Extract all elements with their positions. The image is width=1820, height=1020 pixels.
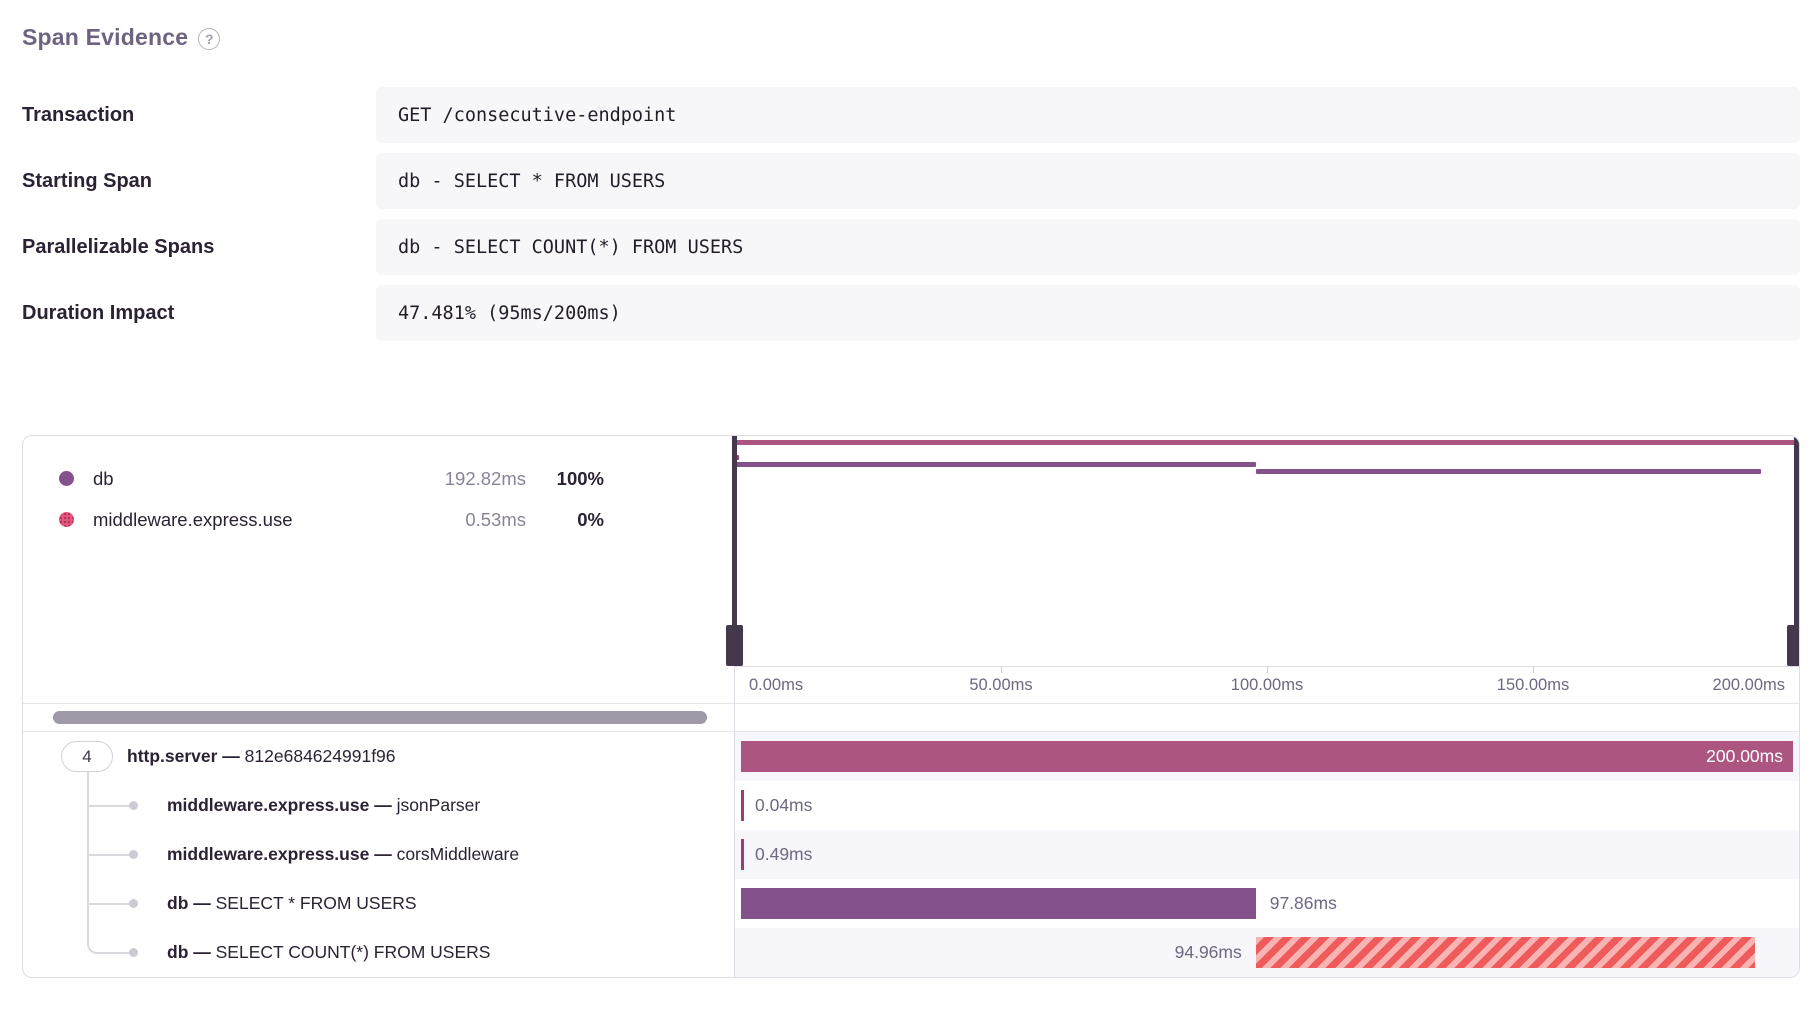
span-children-count-badge[interactable]: 4 [61, 741, 113, 772]
minimap-span-line [735, 440, 1799, 445]
span-duration-label: 94.96ms [1175, 928, 1242, 977]
evidence-row: Starting Spandb - SELECT * FROM USERS [22, 153, 1800, 209]
evidence-row: Parallelizable Spansdb - SELECT COUNT(*)… [22, 219, 1800, 275]
axis-tick-label: 0.00ms [749, 676, 803, 695]
trace-minimap[interactable] [735, 436, 1799, 666]
span-tree-row[interactable]: middleware.express.use — corsMiddleware [23, 830, 734, 879]
horizontal-scrollbar-thumb[interactable] [53, 711, 707, 724]
span-bar-row[interactable]: 200.00ms [735, 732, 1799, 781]
span-legend: db192.82ms100%middleware.express.use0.53… [23, 436, 735, 703]
axis-tick-label: 50.00ms [969, 676, 1032, 695]
span-bar-row[interactable]: 0.04ms [735, 781, 1799, 830]
evidence-value: 47.481% (95ms/200ms) [376, 285, 1800, 341]
span-duration-bar[interactable]: 200.00ms [741, 741, 1793, 772]
evidence-value: db - SELECT COUNT(*) FROM USERS [376, 219, 1800, 275]
span-duration-bar[interactable] [1256, 937, 1755, 968]
span-tree-row[interactable]: 4http.server — 812e684624991f96 [23, 732, 734, 781]
span-duration-label: 200.00ms [1706, 741, 1783, 772]
span-waterfall-panel: db192.82ms100%middleware.express.use0.53… [22, 435, 1800, 978]
evidence-label: Parallelizable Spans [22, 236, 376, 259]
span-duration-bar[interactable] [741, 888, 1256, 919]
legend-label: db [93, 468, 408, 490]
page-header: Span Evidence ? [22, 24, 1800, 51]
span-op: middleware.express.use — [167, 795, 392, 816]
horizontal-scrollbar-track [23, 703, 735, 732]
evidence-value: GET /consecutive-endpoint [376, 87, 1800, 143]
solid-purple-dot-icon [59, 471, 74, 486]
minimap-left-handle-grip[interactable] [726, 625, 743, 666]
span-tree-row[interactable]: db — SELECT * FROM USERS [23, 879, 734, 928]
legend-label: middleware.express.use [93, 509, 408, 531]
axis-tick-mark [1533, 667, 1534, 673]
span-bar-track: 0.04ms [741, 781, 1793, 830]
span-bar-row[interactable]: 0.49ms [735, 830, 1799, 879]
span-duration-label: 97.86ms [1270, 879, 1337, 928]
span-op: db — [167, 893, 211, 914]
span-duration-bars: 200.00ms 0.04ms0.49ms 97.86ms 94.96ms [735, 732, 1799, 977]
time-axis: 0.00ms 50.00ms 100.00ms 150.00ms 200.00ms [735, 666, 1799, 703]
page-title: Span Evidence [22, 24, 188, 51]
legend-item[interactable]: db192.82ms100% [59, 458, 604, 499]
axis-tick-label: 150.00ms [1497, 676, 1569, 695]
span-tree-row[interactable]: db — SELECT COUNT(*) FROM USERS [23, 928, 734, 977]
legend-percent: 100% [526, 468, 604, 490]
minimap-span-line [735, 462, 1256, 467]
span-tree-row[interactable]: middleware.express.use — jsonParser [23, 781, 734, 830]
evidence-value: db - SELECT * FROM USERS [376, 153, 1800, 209]
axis-tick-mark [1001, 667, 1002, 673]
legend-duration: 0.53ms [408, 509, 526, 531]
span-bar-row[interactable]: 94.96ms [735, 928, 1799, 977]
span-bar-track: 200.00ms [741, 732, 1793, 781]
scrollbar-spacer [735, 703, 1799, 732]
minimap-span-line [1256, 469, 1761, 474]
span-bar-track: 0.49ms [741, 830, 1793, 879]
legend-percent: 0% [526, 509, 604, 531]
span-bar-row[interactable]: 97.86ms [735, 879, 1799, 928]
span-duration-label: 0.49ms [755, 830, 812, 879]
evidence-table: TransactionGET /consecutive-endpoint Star… [22, 87, 1800, 341]
span-duration-bar[interactable] [741, 839, 744, 870]
span-bar-track: 97.86ms [741, 879, 1793, 928]
evidence-row: Duration Impact47.481% (95ms/200ms) [22, 285, 1800, 341]
dotted-pink-dot-icon [59, 512, 74, 527]
span-op: db — [167, 942, 211, 963]
axis-tick-label: 100.00ms [1231, 676, 1303, 695]
evidence-label: Duration Impact [22, 302, 376, 325]
legend-duration: 192.82ms [408, 468, 526, 490]
axis-tick-label: 200.00ms [1713, 676, 1785, 695]
evidence-row: TransactionGET /consecutive-endpoint [22, 87, 1800, 143]
minimap-right-handle-grip[interactable] [1787, 625, 1800, 666]
span-evidence-page: Span Evidence ? TransactionGET /consecut… [0, 0, 1820, 978]
span-tree: 4http.server — 812e684624991f96middlewar… [23, 732, 735, 977]
evidence-label: Transaction [22, 104, 376, 127]
legend-item[interactable]: middleware.express.use0.53ms0% [59, 499, 604, 540]
span-op: http.server — [127, 746, 240, 767]
span-bar-track: 94.96ms [741, 928, 1793, 977]
question-mark-icon[interactable]: ? [198, 28, 220, 50]
evidence-label: Starting Span [22, 170, 376, 193]
axis-tick-mark [1267, 667, 1268, 673]
span-duration-label: 0.04ms [755, 781, 812, 830]
span-duration-bar[interactable] [741, 790, 744, 821]
span-op: middleware.express.use — [167, 844, 392, 865]
